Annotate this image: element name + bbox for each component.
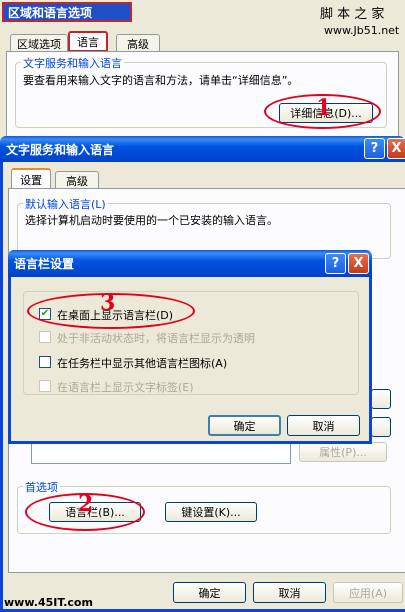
dialog-close-icon[interactable]: X: [348, 253, 369, 274]
cancel-button[interactable]: 取消: [253, 582, 326, 603]
watermark-bottom: www.45IT.com: [4, 596, 93, 609]
tab-languages[interactable]: 语言: [68, 31, 108, 52]
front-dialog-title: 语言栏设置: [14, 257, 75, 271]
dialog-help-icon[interactable]: ?: [325, 253, 346, 274]
dialog-ok-button[interactable]: 确定: [208, 415, 281, 436]
text-labels-checkbox[interactable]: [39, 380, 51, 392]
taskbar-icons-checkbox[interactable]: [39, 356, 51, 368]
front-dialog-titlebar[interactable]: 语言栏设置: [8, 250, 372, 277]
apply-button[interactable]: 应用(A): [333, 582, 403, 603]
tab-advanced[interactable]: 高级: [116, 34, 160, 52]
taskbar-icons-label[interactable]: 在任务栏中显示其他语言栏图标(A): [57, 355, 227, 371]
annotation-number-3: 3: [100, 290, 116, 316]
side-button-2[interactable]: [371, 417, 391, 437]
side-button-1[interactable]: [371, 389, 391, 409]
help-icon[interactable]: ?: [364, 138, 385, 159]
mid-window-titlebar[interactable]: 文字服务和输入语言: [0, 136, 405, 162]
default-language-description: 选择计算机启动时要使用的一个已安装的输入语言。: [25, 214, 278, 227]
annotation-number-2: 2: [78, 491, 94, 517]
text-services-group-label: 文字服务和输入语言: [21, 55, 124, 71]
tab-settings[interactable]: 设置: [11, 168, 51, 189]
default-language-label: 默认输入语言(L): [23, 196, 108, 212]
transparent-label: 处于非活动状态时，将语言栏显示为透明: [57, 332, 255, 345]
text-labels-label: 在语言栏上显示文字标签(E): [57, 381, 194, 394]
tab-regional-options[interactable]: 区域选项: [10, 34, 68, 52]
preferences-label: 首选项: [23, 479, 60, 495]
close-icon[interactable]: X: [387, 138, 405, 159]
text-services-description: 要查看用来输入文字的语言和方法，请单击“详细信息”。: [23, 74, 299, 87]
ok-button[interactable]: 确定: [173, 582, 246, 603]
watermark-brand: 脚 本 之 家: [320, 7, 385, 22]
properties-button[interactable]: 属性(P)...: [299, 442, 387, 462]
back-window-title: 区域和语言选项: [2, 2, 132, 22]
watermark-url: www.Jb51.net: [324, 24, 400, 37]
transparent-checkbox[interactable]: [39, 331, 51, 343]
tab-mid-advanced[interactable]: 高级: [55, 171, 99, 189]
key-settings-button[interactable]: 键设置(K)...: [165, 502, 257, 522]
dialog-cancel-button[interactable]: 取消: [287, 415, 360, 436]
annotation-number-1: 1: [316, 95, 332, 121]
mid-window-title: 文字服务和输入语言: [6, 142, 115, 157]
